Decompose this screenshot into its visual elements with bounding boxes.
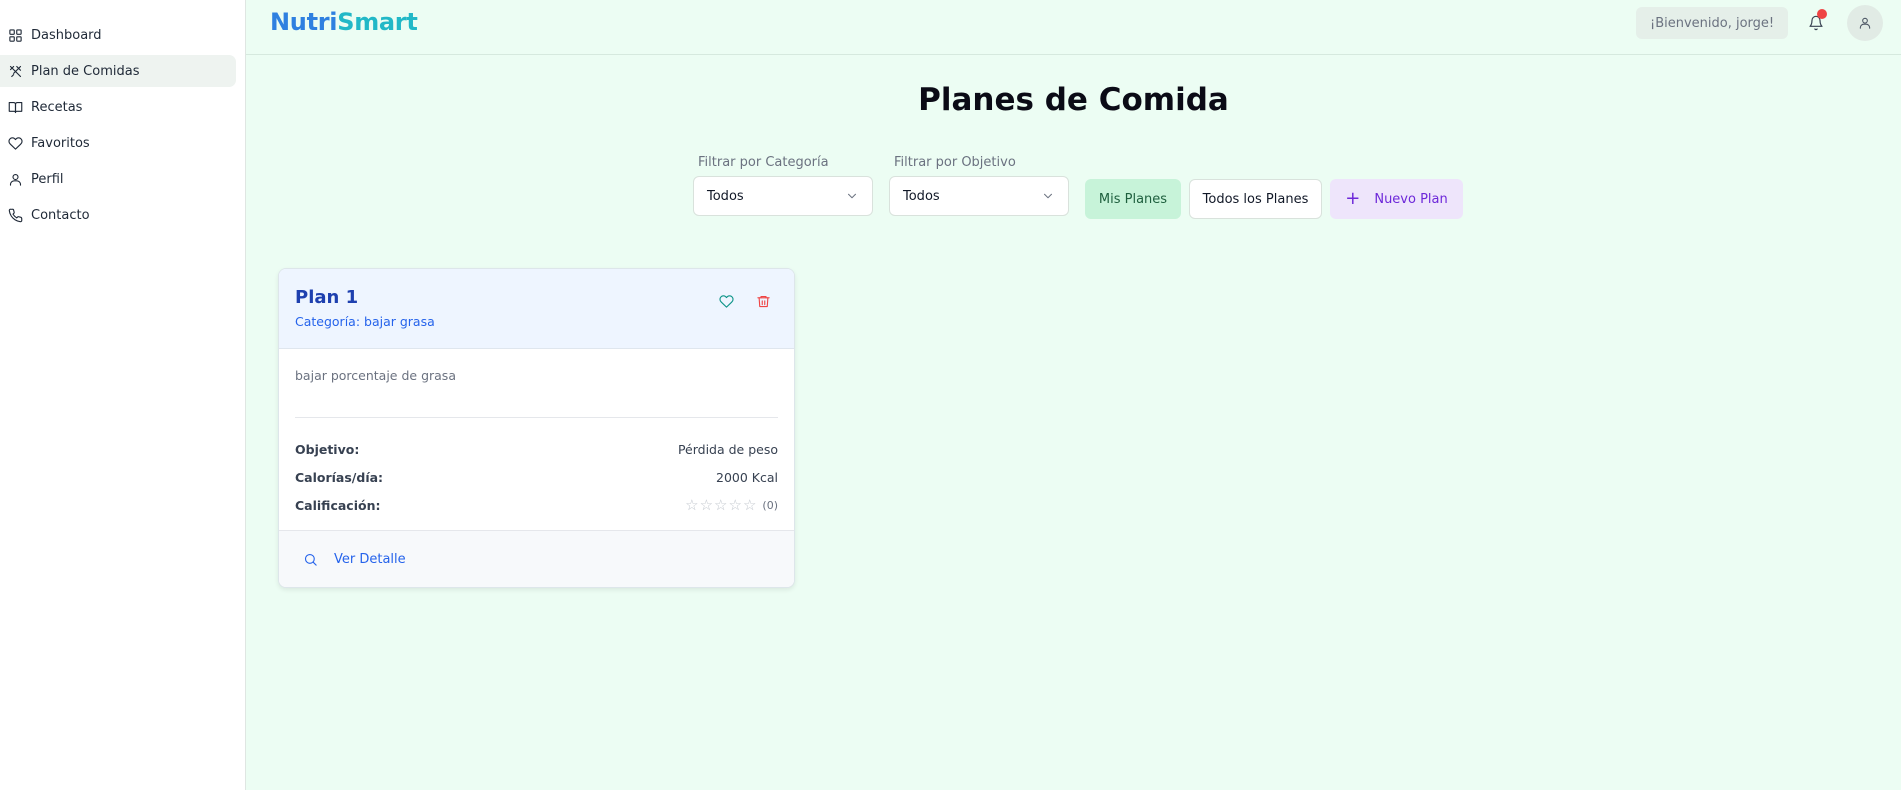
favorite-button[interactable] [717,292,735,310]
grid-icon [7,27,23,43]
app-logo[interactable]: NutriSmart [270,8,418,36]
star-icon[interactable]: ☆ [700,497,713,513]
rating-row: Calificación: ☆ ☆ ☆ ☆ ☆ (0) [295,496,778,514]
phone-icon [7,207,23,223]
plus-icon: + [1345,188,1361,209]
trash-icon [756,294,771,309]
new-plan-label: Nuevo Plan [1374,191,1448,207]
star-icon[interactable]: ☆ [714,497,727,513]
search-icon [303,552,334,567]
profile-button[interactable] [1847,5,1883,41]
new-plan-button[interactable]: + Nuevo Plan [1330,179,1463,219]
star-icon[interactable]: ☆ [729,497,742,513]
user-icon [1858,16,1872,30]
objective-row: Objetivo: Pérdida de peso [295,440,778,458]
sidebar-item-label: Favoritos [31,135,90,151]
notification-dot [1817,9,1827,19]
my-plans-button[interactable]: Mis Planes [1085,179,1181,219]
objective-select[interactable]: Todos [889,176,1069,216]
chevron-down-icon [845,189,859,203]
category-select[interactable]: Todos [693,176,873,216]
utensils-icon [7,63,23,79]
calories-value: 2000 Kcal [716,469,778,485]
delete-button[interactable] [754,292,772,310]
category-filter: Filtrar por Categoría Todos [693,155,873,216]
plan-card-header: Plan 1 Categoría: bajar grasa [279,269,794,349]
sidebar: Dashboard Plan de Comidas Recetas Favori… [0,0,246,790]
sidebar-item-label: Plan de Comidas [31,63,140,79]
sidebar-item-label: Perfil [31,171,64,187]
sidebar-item-favoritos[interactable]: Favoritos [0,127,236,159]
user-icon [7,171,23,187]
sidebar-item-label: Contacto [31,207,90,223]
category-filter-label: Filtrar por Categoría [698,155,829,170]
heart-icon [7,135,23,151]
logo-text-part1: Nutri [270,8,338,36]
star-icon[interactable]: ☆ [743,497,756,513]
notifications-button[interactable] [1802,9,1830,37]
top-bar: NutriSmart ¡Bienvenido, jorge! [246,0,1901,55]
chevron-down-icon [1041,189,1055,203]
divider [295,417,778,418]
all-plans-button[interactable]: Todos los Planes [1189,179,1322,219]
logo-text-part2: Smart [337,8,418,36]
plan-description: bajar porcentaje de grasa [295,368,456,383]
category-select-value: Todos [707,188,744,204]
plan-card: Plan 1 Categoría: bajar grasa bajar porc… [278,268,795,588]
welcome-badge: ¡Bienvenido, jorge! [1636,7,1789,39]
objective-filter-label: Filtrar por Objetivo [894,155,1016,170]
plan-title: Plan 1 [295,287,359,308]
star-icon[interactable]: ☆ [685,497,698,513]
sidebar-item-recetas[interactable]: Recetas [0,91,236,123]
objective-label: Objetivo: [295,441,360,457]
rating-label: Calificación: [295,497,381,513]
objective-value: Pérdida de peso [677,441,778,457]
sidebar-item-plan-de-comidas[interactable]: Plan de Comidas [0,55,236,87]
view-detail-label: Ver Detalle [334,551,406,567]
sidebar-item-label: Recetas [31,99,83,115]
sidebar-item-label: Dashboard [31,27,102,43]
page-title: Planes de Comida [918,82,1229,118]
calories-row: Calorías/día: 2000 Kcal [295,468,778,486]
sidebar-item-dashboard[interactable]: Dashboard [0,19,236,51]
calories-label: Calorías/día: [295,469,384,485]
rating-stars[interactable]: ☆ ☆ ☆ ☆ ☆ (0) [684,497,778,513]
view-detail-button[interactable]: Ver Detalle [279,530,794,587]
rating-count: (0) [762,498,778,512]
objective-select-value: Todos [903,188,940,204]
heart-icon [718,294,734,309]
plan-category: Categoría: bajar grasa [295,314,435,329]
sidebar-item-perfil[interactable]: Perfil [0,163,236,195]
objective-filter: Filtrar por Objetivo Todos [889,155,1069,216]
book-icon [7,99,23,115]
sidebar-item-contacto[interactable]: Contacto [0,199,236,231]
